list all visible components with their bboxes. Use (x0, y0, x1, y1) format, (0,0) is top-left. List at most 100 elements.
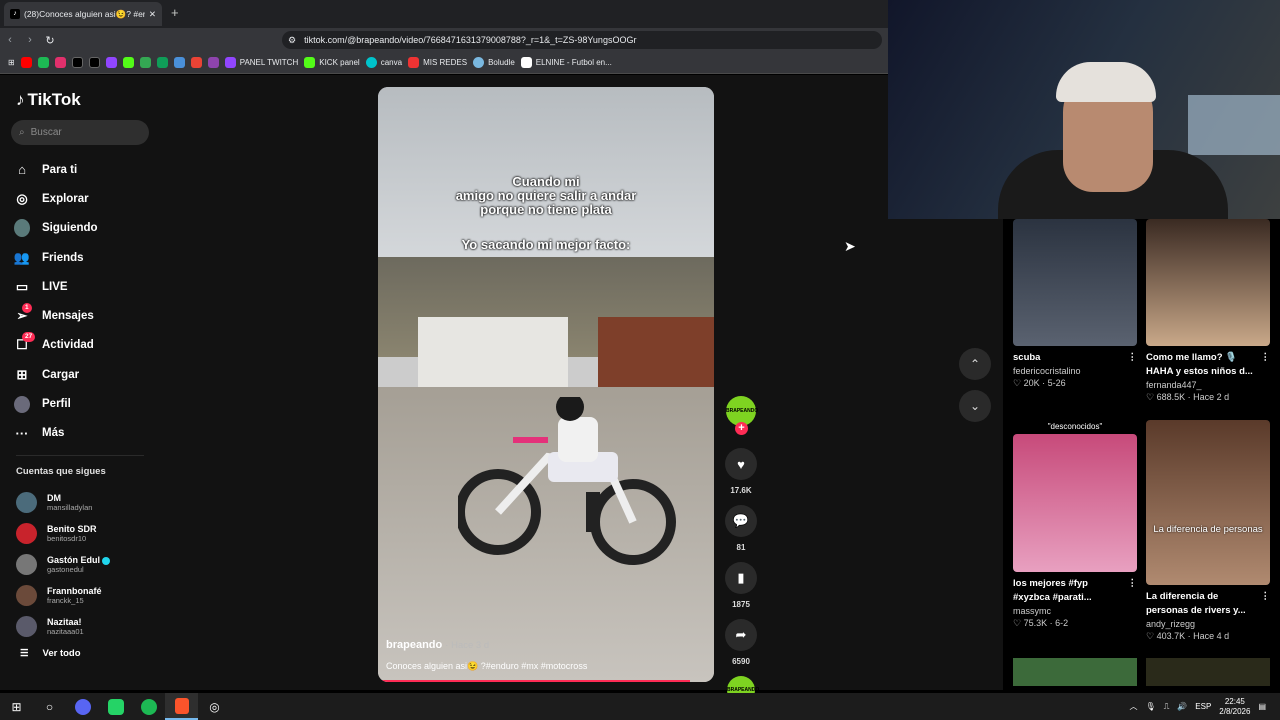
activity-badge: 27 (22, 332, 36, 343)
avatar (16, 585, 37, 606)
browser-tab[interactable]: ♪ (28)Conoces alguien asi😉? #en ✕ (4, 2, 162, 26)
video-player[interactable]: Cuando mi amigo no quiere salir a andar … (378, 87, 714, 682)
recommended-video[interactable]: Como me llamo? 🎙️ HAHA y estos niños d..… (1146, 219, 1270, 403)
network-icon[interactable]: ⎍ (1164, 702, 1170, 712)
microphone-icon[interactable]: 🎙 (1146, 702, 1156, 711)
like-button[interactable]: ♥ (725, 448, 757, 480)
twitch-bookmark-icon[interactable] (105, 57, 117, 68)
following-item[interactable]: Gastón Edul gastonedul (16, 549, 156, 580)
sidebar-item-mas[interactable]: ··· Más (14, 419, 154, 448)
bookmark-icon[interactable] (173, 57, 185, 68)
sidebar-item-perfil[interactable]: Perfil (14, 389, 154, 418)
close-tab-icon[interactable]: ✕ (149, 9, 156, 20)
x-bookmark-icon[interactable] (88, 57, 100, 68)
bookmark-icon[interactable] (37, 57, 49, 68)
tiktok-note-icon: ♪ (16, 90, 25, 109)
kick-bookmark-icon[interactable] (122, 57, 134, 68)
site-info-icon[interactable]: ⚙ (288, 35, 296, 46)
volume-icon[interactable]: 🔊 (1177, 702, 1187, 711)
tiktok-bookmark-icon[interactable] (71, 57, 83, 68)
youtube-bookmark-icon[interactable] (20, 57, 32, 68)
windows-start-icon[interactable]: ⊞ (0, 693, 33, 720)
sidebar-item-explorar[interactable]: ◎ Explorar (14, 184, 154, 213)
new-tab-button[interactable]: + (171, 5, 179, 20)
video-progress-bar[interactable] (378, 680, 691, 682)
bookmark-icon[interactable] (207, 57, 219, 68)
instagram-bookmark-icon[interactable] (54, 57, 66, 68)
mouse-cursor-icon: ➤ (844, 238, 856, 254)
clock[interactable]: 22:45 2/8/2026 (1219, 697, 1250, 717)
video-author[interactable]: brapeando · Hace 3 d (386, 639, 489, 651)
tray-overflow-icon[interactable]: ︿ (1130, 701, 1138, 712)
recommended-video[interactable]: scuba ⋮ federicocristalino ♡ 20K · 5-26 (1013, 219, 1137, 389)
language-indicator[interactable]: ESP (1195, 702, 1211, 711)
more-options-icon[interactable]: ⋮ (1261, 351, 1271, 379)
bookmark-panel-twitch[interactable]: PANEL TWITCH (224, 57, 298, 68)
webcam-overlay (888, 0, 1280, 219)
forward-button[interactable]: › (20, 34, 40, 46)
spotify-icon[interactable] (132, 693, 165, 720)
comment-button[interactable]: 💬 (725, 505, 757, 537)
following-list: DM mansilladylan Benito SDR benitosdr10 Ga… (16, 487, 156, 642)
previous-video-button[interactable]: ⌃ (959, 348, 991, 380)
following-item[interactable]: DM mansilladylan (16, 487, 156, 518)
following-item[interactable]: Nazitaa! nazitaaa01 (16, 611, 156, 642)
following-section-title: Cuentas que sigues (16, 466, 106, 477)
author-avatar[interactable]: BRAPEANDO + (726, 396, 758, 435)
card-user: andy_rizegg (1146, 619, 1196, 629)
sidebar-item-siguiendo[interactable]: Siguiendo (14, 214, 154, 243)
chevron-up-icon: ⌃ (969, 357, 981, 371)
video-house (598, 317, 714, 387)
save-count: 1875 (732, 600, 750, 609)
notifications-icon[interactable]: ▤ (1258, 702, 1266, 711)
bookmark-mis-redes[interactable]: MIS REDES (408, 57, 467, 68)
obs-icon[interactable]: ◎ (198, 693, 231, 720)
search-input[interactable]: ⌕ Buscar (11, 120, 149, 145)
whatsapp-icon[interactable] (99, 693, 132, 720)
sidebar-item-friends[interactable]: 👥 Friends (14, 243, 154, 272)
video-thumbnail[interactable] (1013, 658, 1137, 686)
discord-icon[interactable] (66, 693, 99, 720)
more-options-icon[interactable]: ⋮ (1128, 351, 1138, 365)
recommended-video[interactable]: "desconocidos" los mejores #fyp #xyzbca … (1013, 420, 1137, 629)
sidebar-item-live[interactable]: ▭ LIVE (14, 272, 154, 301)
flag-image (1188, 95, 1280, 155)
see-all-button[interactable]: ☰ Ver todo (20, 648, 81, 659)
more-options-icon[interactable]: ⋮ (1128, 577, 1138, 605)
brave-browser-icon[interactable] (165, 693, 198, 720)
video-thumbnail[interactable] (1146, 658, 1270, 686)
following-item[interactable]: Frannbonafé franckk_15 (16, 580, 156, 611)
tiktok-logo[interactable]: ♪ TikTok (16, 90, 81, 110)
address-bar[interactable]: ⚙ tiktok.com/@brapeando/video/7668471631… (282, 31, 882, 49)
bookmark-elnine[interactable]: ELNINE - Futbol en... (520, 57, 612, 68)
avatar (16, 523, 37, 544)
bookmark-canva[interactable]: canva (365, 57, 402, 68)
search-icon[interactable]: ○ (33, 693, 66, 720)
follow-plus-icon[interactable]: + (735, 422, 748, 435)
share-button[interactable]: ➦ (725, 619, 757, 651)
sidebar-item-para-ti[interactable]: ⌂ Para ti (14, 155, 154, 184)
avatar (16, 616, 37, 637)
save-button[interactable]: ▮ (725, 562, 757, 594)
more-options-icon[interactable]: ⋮ (1261, 590, 1271, 618)
card-user: massymc (1013, 606, 1051, 616)
sidebar-item-actividad[interactable]: ☐ 27 Actividad (14, 331, 154, 360)
sidebar-item-cargar[interactable]: ⊞ Cargar (14, 360, 154, 389)
apps-icon[interactable]: ⊞ (8, 58, 15, 67)
tiktok-favicon-icon: ♪ (10, 9, 20, 19)
recommended-video[interactable]: La diferencia de personas La diferencia … (1146, 420, 1270, 642)
drive-bookmark-icon[interactable] (139, 57, 151, 68)
following-item[interactable]: Benito SDR benitosdr10 (16, 518, 156, 549)
sheets-bookmark-icon[interactable] (156, 57, 168, 68)
bookmark-boludle[interactable]: Boludle (473, 57, 515, 68)
streamer-cap (1056, 62, 1156, 102)
gmail-bookmark-icon[interactable] (190, 57, 202, 68)
sidebar-item-mensajes[interactable]: ➢ 1 Mensajes (14, 301, 154, 330)
sidebar-divider (16, 455, 144, 456)
back-button[interactable]: ‹ (0, 34, 20, 46)
bookmark-kick-panel[interactable]: KICK panel (304, 57, 360, 68)
tab-title: (28)Conoces alguien asi😉? #en (24, 8, 145, 19)
next-video-button[interactable]: ⌄ (959, 390, 991, 422)
windows-taskbar: ⊞ ○ ◎ ︿ 🎙 ⎍ 🔊 ESP 22:45 2/8/2026 ▤ (0, 693, 1280, 720)
reload-button[interactable]: ↻ (40, 34, 60, 47)
